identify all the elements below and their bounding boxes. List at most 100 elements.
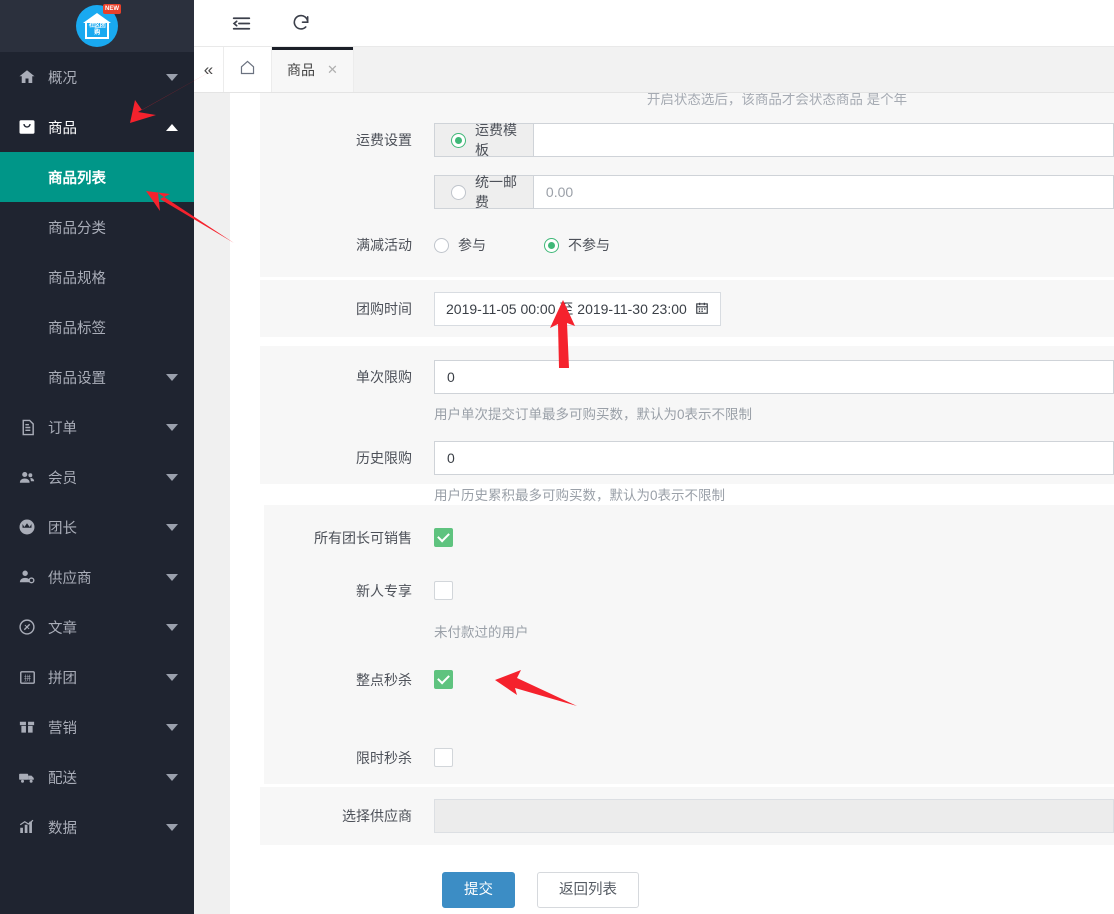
house-icon: 社区团购 <box>83 13 111 39</box>
supplier-label: 选择供应商 <box>260 799 434 833</box>
cut-off-hint: 开启状态选后，该商品才会状态商品 是个年 <box>260 93 1114 107</box>
shipping-template-radio[interactable] <box>451 133 466 148</box>
sidebar-item-leader[interactable]: 团长 <box>0 502 194 552</box>
chevron-down-icon <box>166 474 178 481</box>
promo-activity-radio-group: 参与 不参与 <box>434 228 1114 262</box>
all-leaders-sellable-checkbox[interactable] <box>434 528 453 547</box>
sidebar-item-overview[interactable]: 概况 <box>0 52 194 102</box>
sidebar-item-product-settings[interactable]: 商品设置 <box>0 352 194 402</box>
purchase-limit-block: 单次限购 用户单次提交订单最多可购买数，默认为0表示不限制 历史限购 用户历史累… <box>260 346 1114 484</box>
shipping-template-group: 运费模板 <box>434 123 1114 157</box>
sidebar-item-label: 团长 <box>48 517 166 538</box>
submit-button[interactable]: 提交 <box>442 872 515 908</box>
shipping-flat-radio[interactable] <box>451 185 466 200</box>
sidebar-item-product-category[interactable]: 商品分类 <box>0 202 194 252</box>
all-leaders-sellable-row: 所有团长可销售 <box>260 521 1114 555</box>
chevron-down-icon <box>166 574 178 581</box>
app-root: 社区团购 NEW 概况 商品 <box>0 0 1114 914</box>
promo-join-option[interactable]: 参与 <box>434 235 486 255</box>
shipping-template-label: 运费模板 <box>475 120 519 160</box>
document-icon <box>18 418 36 436</box>
newcomer-exclusive-checkbox[interactable] <box>434 581 453 600</box>
shipping-flat-row: 统一邮费 <box>260 175 1114 209</box>
sidebar-item-groupbuy[interactable]: 拼 拼团 <box>0 652 194 702</box>
sidebar-item-label: 供应商 <box>48 567 166 588</box>
sidebar-item-article[interactable]: 文章 <box>0 602 194 652</box>
sidebar-subitem-label: 商品设置 <box>48 367 106 388</box>
refresh-icon[interactable] <box>290 12 312 34</box>
promo-join-radio[interactable] <box>434 238 449 253</box>
limited-seckill-row: 限时秒杀 <box>260 741 1114 775</box>
shipping-flat-label: 统一邮费 <box>475 172 519 212</box>
tab-home-button[interactable] <box>224 47 272 92</box>
history-limit-label: 历史限购 <box>260 441 434 475</box>
back-to-list-button[interactable]: 返回列表 <box>537 872 639 908</box>
group-time-label: 团购时间 <box>260 292 434 326</box>
shipping-template-radio-option[interactable]: 运费模板 <box>434 123 533 157</box>
sidebar-item-label: 商品 <box>48 117 166 138</box>
sidebar-item-data[interactable]: 数据 <box>0 802 194 852</box>
single-limit-row: 单次限购 用户单次提交订单最多可购买数，默认为0表示不限制 <box>260 360 1114 423</box>
sidebar-item-product-list[interactable]: 商品列表 <box>0 152 194 202</box>
sidebar-item-products[interactable]: 商品 <box>0 102 194 152</box>
sidebar-item-product-tag[interactable]: 商品标签 <box>0 302 194 352</box>
limited-seckill-checkbox[interactable] <box>434 748 453 767</box>
form-actions: 提交 返回列表 <box>260 855 1114 914</box>
group-icon: 拼 <box>18 668 36 686</box>
checkbox-options-block: 所有团长可销售 新人专享 未付款过的用户 整点秒杀 <box>260 505 1114 784</box>
main-area: « 商品 ✕ 开启状态选后，该商品才会状态商品 是个年 运费 <box>194 0 1114 914</box>
double-chevron-left-icon: « <box>204 60 213 80</box>
hourly-seckill-checkbox[interactable] <box>434 670 453 689</box>
supplier-row: 选择供应商 <box>260 799 1114 833</box>
sidebar-item-product-spec[interactable]: 商品规格 <box>0 252 194 302</box>
newcomer-exclusive-row: 新人专享 未付款过的用户 <box>260 574 1114 641</box>
menu-fold-icon[interactable] <box>230 12 252 34</box>
sidebar-subitem-label: 商品标签 <box>48 317 106 338</box>
promo-join-label: 参与 <box>458 235 486 255</box>
limited-seckill-label: 限时秒杀 <box>260 741 434 775</box>
chevron-down-icon <box>166 824 178 831</box>
shipping-template-input[interactable] <box>533 123 1114 157</box>
chevron-down-icon <box>166 374 178 381</box>
chevron-down-icon <box>166 524 178 531</box>
chart-icon <box>18 818 36 836</box>
supplier-select[interactable] <box>434 799 1114 833</box>
shipping-setting-label: 运费设置 <box>260 123 434 157</box>
shipping-flat-radio-option[interactable]: 统一邮费 <box>434 175 533 209</box>
home-outline-icon <box>239 59 256 80</box>
sidebar-item-marketing[interactable]: 营销 <box>0 702 194 752</box>
chevron-down-icon <box>166 724 178 731</box>
sidebar-item-supplier[interactable]: 供应商 <box>0 552 194 602</box>
shipping-flat-group: 统一邮费 <box>434 175 1114 209</box>
new-badge: NEW <box>103 4 121 14</box>
sidebar-item-delivery[interactable]: 配送 <box>0 752 194 802</box>
sidebar-item-label: 概况 <box>48 67 166 88</box>
promo-notjoin-radio[interactable] <box>544 238 559 253</box>
svg-text:拼: 拼 <box>23 673 30 682</box>
form-content: 开启状态选后，该商品才会状态商品 是个年 运费设置 运费模板 <box>194 93 1114 914</box>
shipping-flat-spacer <box>260 175 434 209</box>
single-limit-input[interactable] <box>434 360 1114 394</box>
sidebar-item-orders[interactable]: 订单 <box>0 402 194 452</box>
history-limit-hint: 用户历史累积最多可购买数，默认为0表示不限制 <box>434 475 1114 504</box>
content-left-gutter <box>194 93 230 914</box>
shipping-promo-block: 运费设置 运费模板 <box>260 107 1114 277</box>
history-limit-input[interactable] <box>434 441 1114 475</box>
chevron-up-icon <box>166 124 178 131</box>
chevron-down-icon <box>166 74 178 81</box>
close-icon[interactable]: ✕ <box>327 62 338 78</box>
promo-notjoin-option[interactable]: 不参与 <box>544 235 610 255</box>
shipping-flat-input[interactable] <box>533 175 1114 209</box>
sidebar-item-label: 会员 <box>48 467 166 488</box>
shipping-setting-row: 运费设置 运费模板 <box>260 123 1114 157</box>
sidebar-item-members[interactable]: 会员 <box>0 452 194 502</box>
logo-text: 社区团购 <box>85 22 109 39</box>
tab-product[interactable]: 商品 ✕ <box>272 47 354 92</box>
group-time-picker[interactable]: 2019-11-05 00:00 至 2019-11-30 23:00 <box>434 292 721 326</box>
newcomer-exclusive-hint: 未付款过的用户 <box>434 605 1114 641</box>
supplier-icon <box>18 568 36 586</box>
bag-icon <box>18 118 36 136</box>
sidebar-item-label: 文章 <box>48 617 166 638</box>
tabs-scroll-left-button[interactable]: « <box>194 47 224 92</box>
sidebar-item-label: 订单 <box>48 417 166 438</box>
